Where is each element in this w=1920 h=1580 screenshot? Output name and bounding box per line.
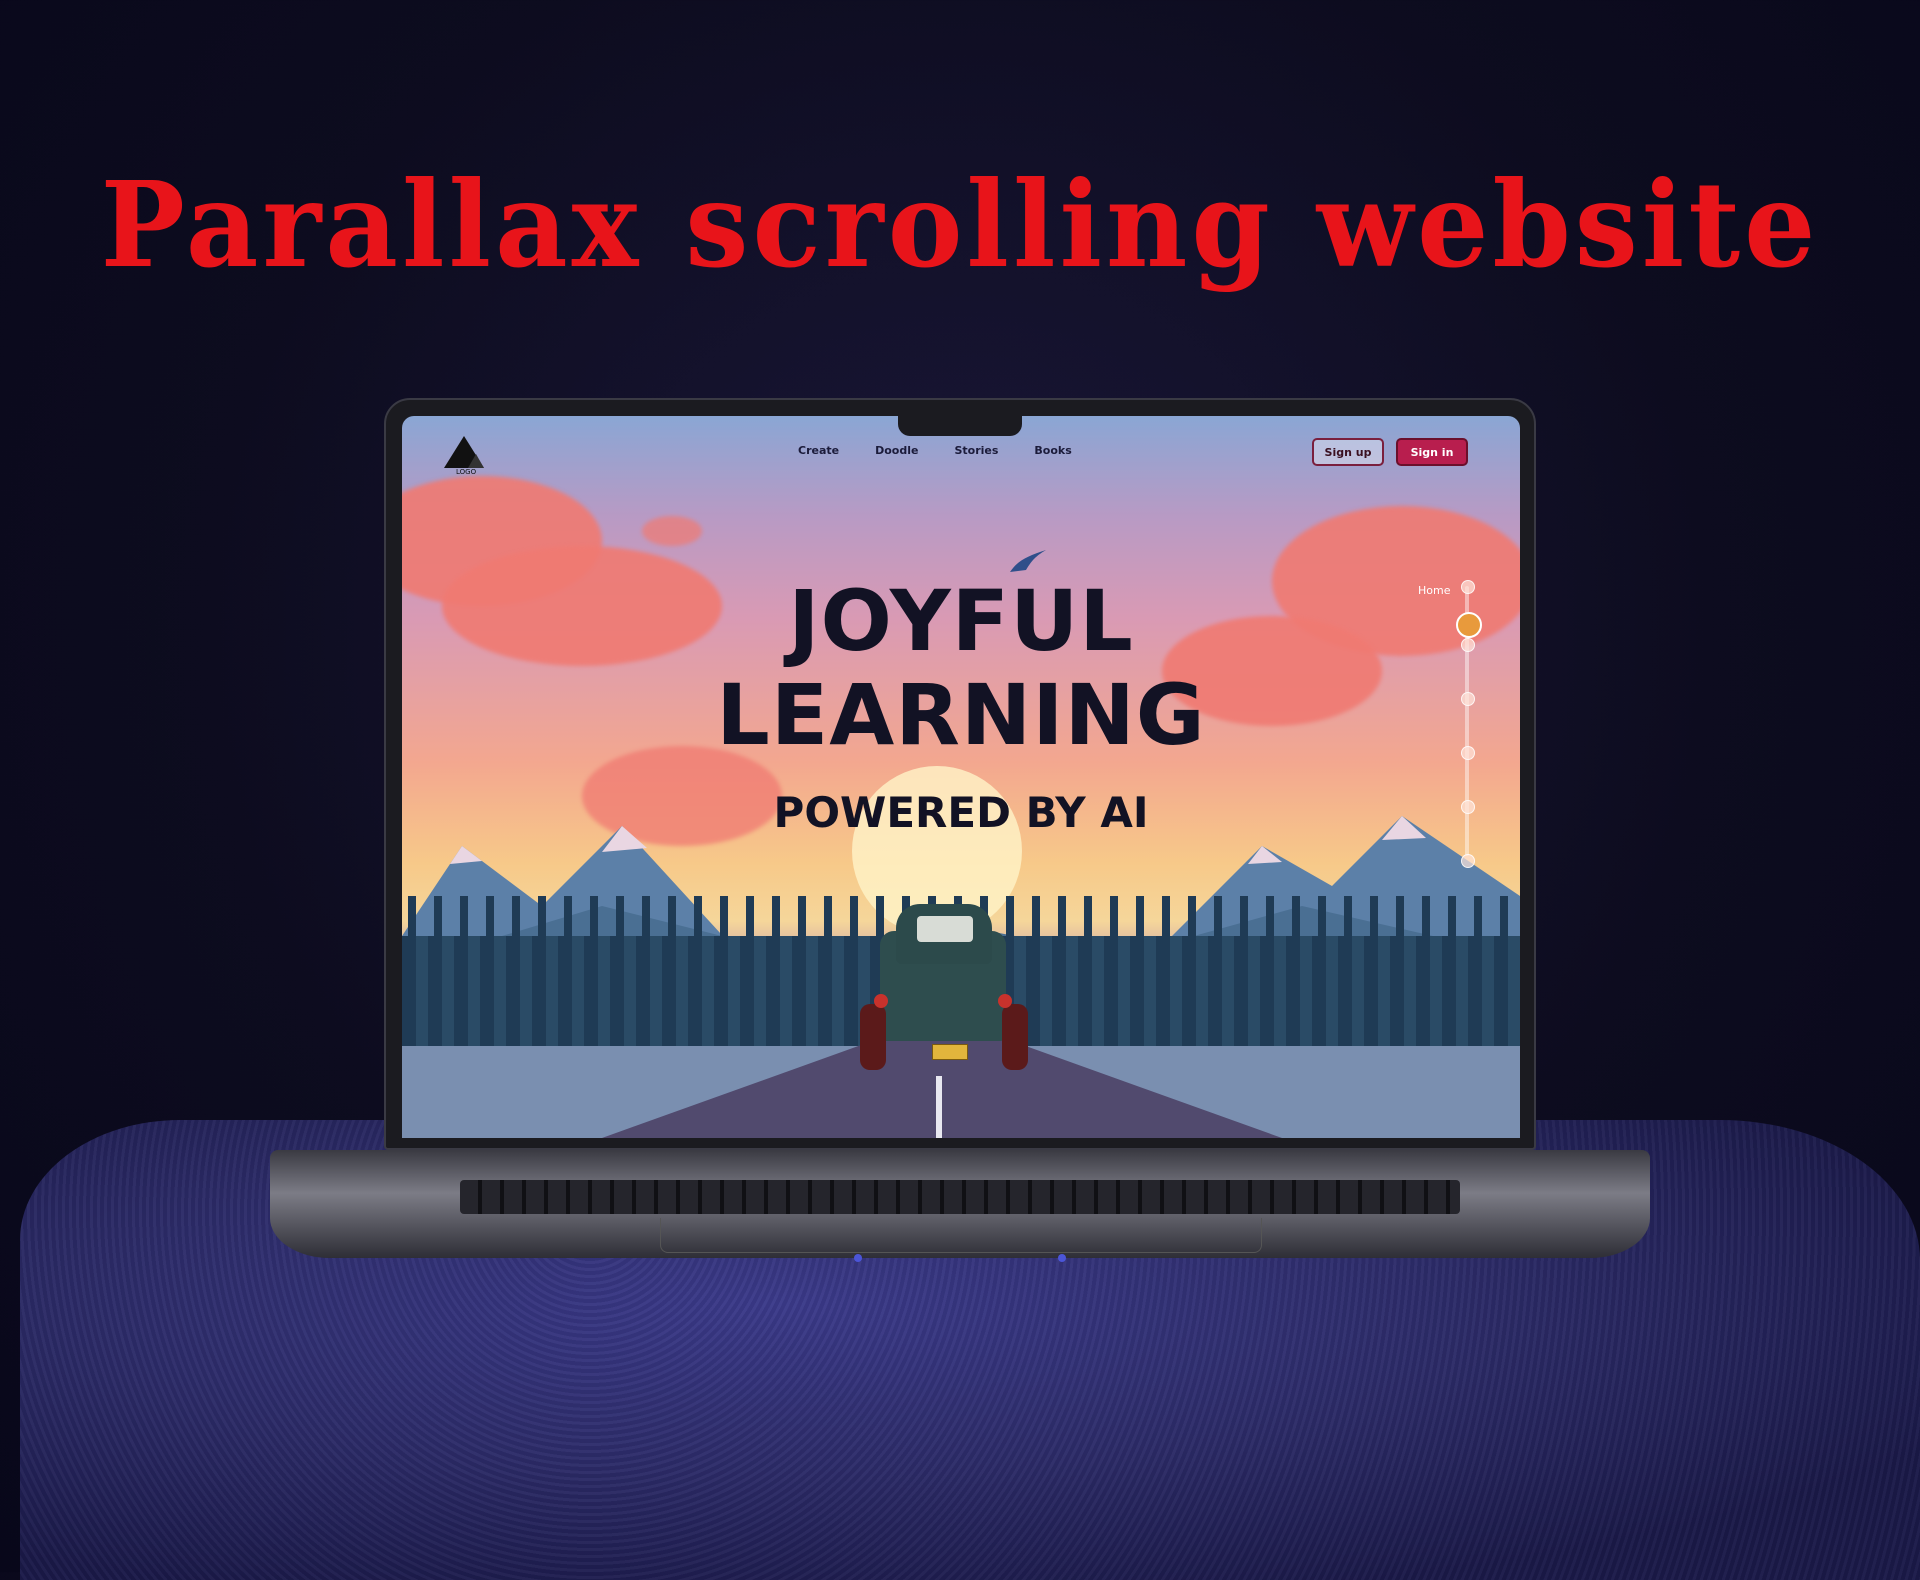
shiba-dog-icon[interactable] [1456, 612, 1482, 638]
logo-text: LOGO [456, 468, 477, 476]
scroll-nav-dot[interactable] [1461, 638, 1475, 652]
road-line [936, 1076, 942, 1138]
tail-light [874, 994, 888, 1008]
signup-button[interactable]: Sign up [1312, 438, 1384, 466]
scroll-nav-dot[interactable] [1461, 580, 1475, 594]
signin-button[interactable]: Sign in [1396, 438, 1468, 466]
truck-window [917, 916, 973, 942]
hero-title-line2: LEARNING [716, 666, 1206, 764]
scroll-nav-dot[interactable] [1461, 692, 1475, 706]
base-light [854, 1254, 862, 1262]
camera-notch [898, 416, 1022, 436]
truck-wheel [860, 1004, 886, 1070]
tail-light [998, 994, 1012, 1008]
base-light [1058, 1254, 1066, 1262]
scroll-nav-label[interactable]: Home [1418, 584, 1450, 597]
hero-subtitle: POWERED BY AI [773, 788, 1149, 837]
truck-wheel [1002, 1004, 1028, 1070]
laptop-trackpad [660, 1218, 1262, 1253]
nav-link-doodle[interactable]: Doodle [875, 444, 918, 457]
nav-link-books[interactable]: Books [1034, 444, 1071, 457]
nav-links: Create Doodle Stories Books [798, 444, 1072, 457]
scroll-nav-dot[interactable] [1461, 800, 1475, 814]
mountain-logo-icon[interactable] [444, 434, 484, 470]
page-headline: Parallax scrolling website [100, 156, 1820, 295]
nav-link-create[interactable]: Create [798, 444, 839, 457]
license-plate [932, 1044, 968, 1060]
laptop-screen: LOGO Create Doodle Stories Books Sign up… [402, 416, 1520, 1138]
nav-link-stories[interactable]: Stories [954, 444, 998, 457]
scroll-nav-dot[interactable] [1461, 854, 1475, 868]
cloud [642, 516, 702, 546]
scroll-nav-dot[interactable] [1461, 746, 1475, 760]
hero-title-line1: JOYFUL [788, 572, 1134, 670]
laptop-keyboard [460, 1180, 1460, 1214]
